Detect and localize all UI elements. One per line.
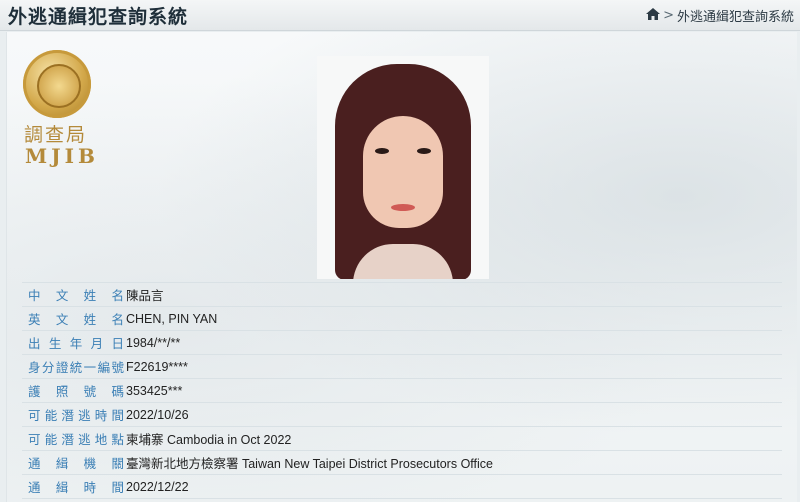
field-row-english-name: 英文姓名 CHEN, PIN YAN: [22, 306, 782, 330]
title-bar: 外逃通緝犯查詢系統 > 外逃通緝犯查詢系統: [0, 0, 800, 31]
field-value: CHEN, PIN YAN: [126, 311, 218, 326]
breadcrumb-current[interactable]: 外逃通緝犯查詢系統: [677, 6, 794, 25]
field-row-id-number: 身分證統一編號 F22619****: [22, 354, 782, 378]
field-row-flee-time: 可能潛逃時間 2022/10/26: [22, 402, 782, 426]
org-name-chinese: 調查局: [24, 124, 88, 146]
fugitive-info-table: 中文姓名 陳品言 英文姓名 CHEN, PIN YAN 出生年月日 1984/*…: [22, 282, 782, 499]
field-value: 臺灣新北地方檢察署 Taiwan New Taipei District Pro…: [126, 457, 493, 471]
field-value: 柬埔寨 Cambodia in Oct 2022: [126, 433, 292, 447]
field-label: 身分證統一編號: [28, 360, 125, 375]
field-label: 出生年月日: [28, 336, 125, 351]
seal-emblem-icon: [23, 50, 91, 118]
field-value: 353425***: [126, 383, 183, 398]
field-label: 通緝時間: [28, 480, 125, 495]
page-title: 外逃通緝犯查詢系統: [8, 6, 189, 28]
breadcrumb-separator: >: [663, 8, 674, 23]
field-label: 通緝機關: [28, 456, 125, 471]
field-row-birth-date: 出生年月日 1984/**/**: [22, 330, 782, 354]
field-label: 中文姓名: [28, 288, 125, 303]
breadcrumb: > 外逃通緝犯查詢系統: [646, 6, 794, 25]
field-value: 2022/10/26: [126, 407, 189, 422]
field-row-wanted-agency: 通緝機關 臺灣新北地方檢察署 Taiwan New Taipei Distric…: [22, 450, 782, 474]
org-name-english: MJIB: [25, 144, 99, 168]
field-value: F22619****: [126, 359, 188, 374]
fugitive-photo: [317, 56, 489, 279]
field-value: 陳品言: [126, 289, 164, 303]
field-label: 可能潛逃時間: [28, 408, 125, 423]
field-row-flee-location: 可能潛逃地點 柬埔寨 Cambodia in Oct 2022: [22, 426, 782, 450]
field-label: 護照號碼: [28, 384, 125, 399]
field-label: 可能潛逃地點: [28, 432, 125, 447]
field-row-chinese-name: 中文姓名 陳品言: [22, 282, 782, 306]
field-label: 英文姓名: [28, 312, 125, 327]
field-value: 2022/12/22: [126, 479, 189, 494]
home-icon[interactable]: [646, 7, 661, 24]
field-value: 1984/**/**: [126, 335, 181, 350]
field-row-wanted-date: 通緝時間 2022/12/22: [22, 474, 782, 499]
field-row-passport-number: 護照號碼 353425***: [22, 378, 782, 402]
